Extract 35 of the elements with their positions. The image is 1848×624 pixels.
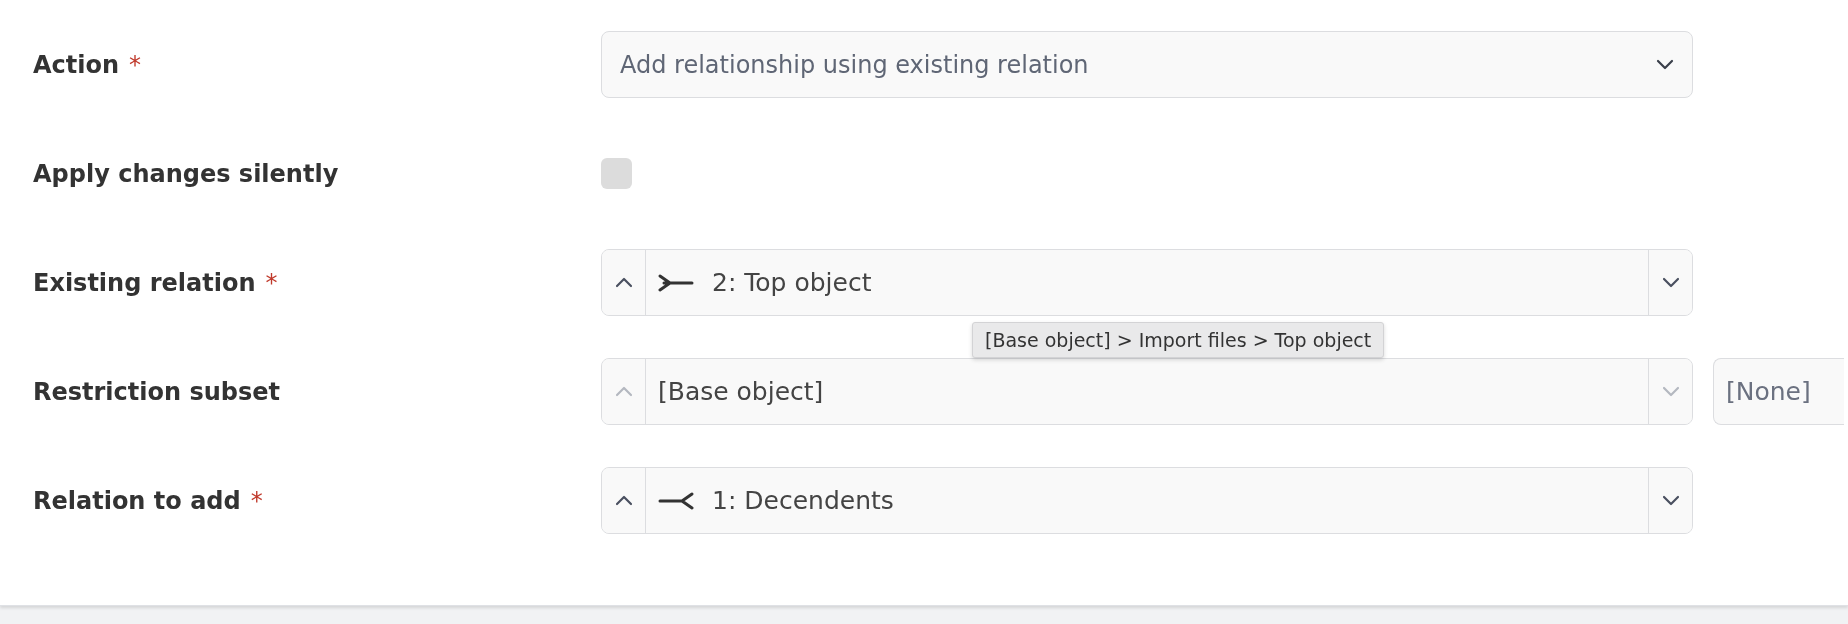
field-label: Action [33,50,120,79]
step-down-button[interactable] [1648,250,1692,315]
stepper-value: [Base object] [658,377,824,406]
split-arrow-icon [658,491,694,510]
chevron-down-icon [1661,495,1680,506]
field-label: Relation to add [33,486,241,515]
step-down-button[interactable] [1648,359,1692,424]
chevron-down-icon [1656,59,1674,70]
field-label: Apply changes silently [33,159,339,188]
select-value: [None] [1726,377,1811,406]
required-asterisk: * [265,268,278,297]
step-up-button[interactable] [602,250,646,315]
stepper-value: 2: Top object [712,268,872,297]
chevron-down-icon [1661,386,1680,397]
chevron-down-icon [1661,277,1680,288]
step-up-button[interactable] [602,359,646,424]
merge-arrow-icon [658,273,694,292]
relation-stepper-field[interactable]: 1: Decendents [601,467,1693,534]
chevron-up-icon [614,495,633,506]
step-down-button[interactable] [1648,468,1692,533]
checkbox[interactable] [601,158,632,189]
select-value: Add relationship using existing relation [620,50,1089,79]
chevron-up-icon [614,386,633,397]
field-label: Restriction subset [33,377,281,406]
relation-stepper-field[interactable]: [Base object] [601,358,1693,425]
relation-stepper-field[interactable]: 2: Top object [601,249,1693,316]
secondary-select[interactable]: [None] [1713,358,1844,425]
path-tooltip: [Base object] > Import files > Top object [972,322,1385,358]
action-select[interactable]: Add relationship using existing relation [601,31,1693,98]
step-up-button[interactable] [602,468,646,533]
required-asterisk: * [250,486,263,515]
stepper-value: 1: Decendents [712,486,894,515]
chevron-up-icon [614,277,633,288]
required-asterisk: * [129,50,142,79]
field-label: Existing relation [33,268,256,297]
